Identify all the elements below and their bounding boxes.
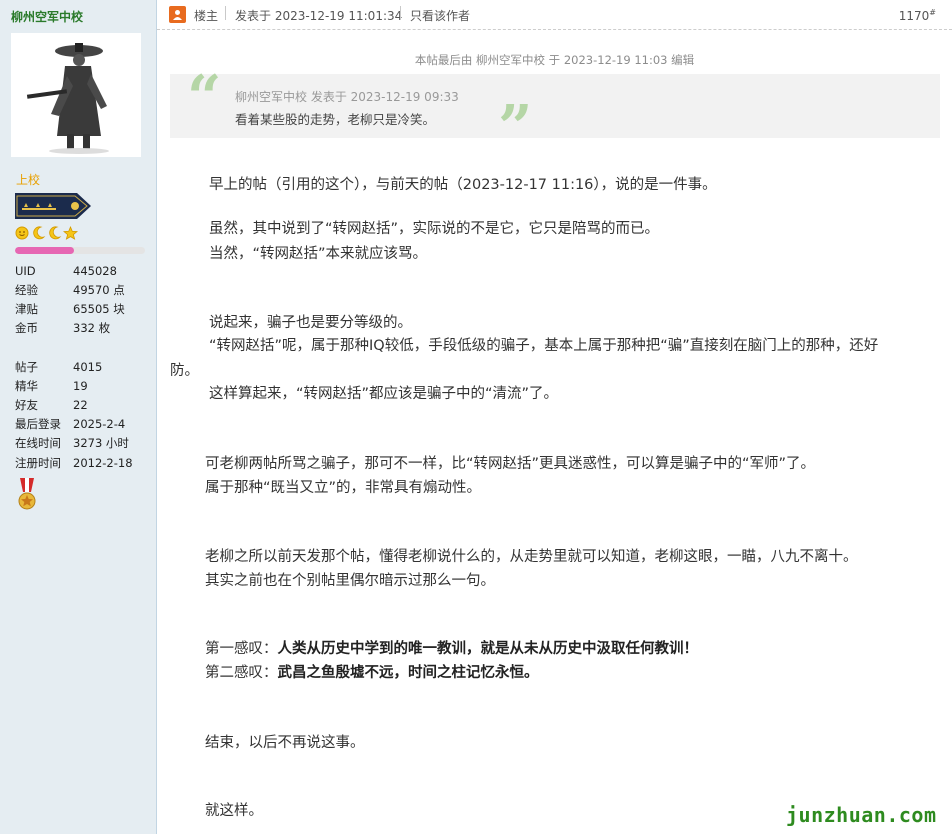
level-progress-bar bbox=[15, 247, 145, 254]
stat-online-time: 在线时间 3273 小时 bbox=[15, 434, 133, 453]
author-stats: UID 445028 经验 49570 点 津贴 65505 块 金币 332 … bbox=[15, 261, 125, 338]
floor-suffix: # bbox=[929, 8, 936, 17]
quote-meta: 柳州空军中校 发表于 2023-12-19 09:33 bbox=[235, 90, 459, 104]
author-activity-stats: 帖子 4015 精华 19 好友 22 最后登录 2025-2-4 在线时间 3… bbox=[15, 357, 133, 472]
level-stars bbox=[15, 226, 78, 240]
emphasis-text: 武昌之鱼殷墟不远，时间之柱记忆永恒。 bbox=[277, 665, 539, 681]
post-header: 楼主 发表于 2023-12-19 11:01:34 只看该作者 1170# bbox=[157, 0, 952, 30]
stat-digest: 精华 19 bbox=[15, 376, 133, 395]
body-line-emphasis: 第一感叹：人类从历史中学到的唯一教训，就是从未从历史中汲取任何教训！ bbox=[205, 637, 698, 658]
stat-label: UID bbox=[15, 263, 36, 278]
body-line: 虽然，其中说到了“转网赵括”，实际说的不是它，它只是陪骂的而已。 bbox=[209, 221, 660, 237]
stat-value[interactable]: 19 bbox=[73, 379, 88, 393]
stat-allowance: 津贴 65505 块 bbox=[15, 299, 125, 318]
stat-value[interactable]: 445028 bbox=[73, 264, 117, 278]
stat-value[interactable]: 4015 bbox=[73, 360, 102, 374]
moon-icon bbox=[33, 226, 46, 240]
stat-value: 3273 小时 bbox=[73, 436, 129, 451]
author-name-link[interactable]: 柳州空军中校 bbox=[11, 8, 83, 25]
body-line: 就这样。 bbox=[205, 803, 263, 819]
stat-value: 2025-2-4 bbox=[73, 417, 126, 432]
body-line: 当然，“转网赵括”本来就应该骂。 bbox=[209, 246, 428, 262]
body-line: 其实之前也在个别帖里偶尔暗示过那么一句。 bbox=[205, 573, 495, 589]
stat-last-login: 最后登录 2025-2-4 bbox=[15, 415, 133, 434]
site-watermark: junzhuan.com bbox=[786, 803, 937, 827]
host-icon bbox=[169, 6, 186, 23]
sun-icon bbox=[15, 226, 29, 240]
stat-register-time: 注册时间 2012-2-18 bbox=[15, 453, 133, 472]
quote-text: 看着某些股的走势，老柳只是冷笑。 bbox=[235, 112, 436, 127]
body-line: “转网赵括”呢，属于那种IQ较低，手段低级的骗子，基本上属于那种把“骗”直接刻在… bbox=[209, 338, 879, 354]
stat-friends: 好友 22 bbox=[15, 395, 133, 414]
body-line: 结束，以后不再说这事。 bbox=[205, 735, 365, 751]
stat-posts: 帖子 4015 bbox=[15, 357, 133, 376]
stat-label: 精华 bbox=[15, 378, 38, 393]
emphasis-text: 人类从历史中学到的唯一教训，就是从未从历史中汲取任何教训！ bbox=[277, 641, 699, 657]
quote-close-icon: ” bbox=[498, 93, 533, 163]
body-line: 可老柳两帖所骂之骗子，那可不一样，比“转网赵括”更具迷惑性，可以算是骗子中的“军… bbox=[205, 456, 816, 472]
star-icon bbox=[63, 226, 78, 240]
body-line: 属于那种“既当又立”的，非常具有煽动性。 bbox=[205, 480, 482, 496]
body-line: 这样算起来，“转网赵括”都应该是骗子中的“清流”了。 bbox=[209, 386, 559, 402]
floor-number-value: 1170 bbox=[898, 9, 930, 23]
moon-icon bbox=[49, 226, 62, 240]
quote-block: “ 柳州空军中校 发表于 2023-12-19 09:33 看着某些股的走势，老… bbox=[170, 68, 940, 158]
host-label: 楼主 bbox=[194, 9, 219, 23]
stat-value: 49570 点 bbox=[73, 282, 125, 297]
avatar-swordsman-icon bbox=[26, 43, 109, 154]
stat-label: 注册时间 bbox=[15, 455, 61, 470]
stat-label: 最后登录 bbox=[15, 417, 61, 432]
rank-shoulder-badge-icon bbox=[15, 193, 91, 219]
separator bbox=[400, 6, 401, 20]
body-line: 早上的帖（引用的这个），与前天的帖（2023-12-17 11:16），说的是一… bbox=[209, 177, 717, 193]
body-line: 防。 bbox=[170, 363, 199, 379]
body-line: 老柳之所以前天发那个帖，懂得老柳说什么的，从走势里就可以知道，老柳这眼，一瞄，八… bbox=[205, 549, 858, 565]
user-icon bbox=[173, 10, 182, 20]
only-author-link[interactable]: 只看该作者 bbox=[410, 7, 470, 24]
stat-label: 金币 bbox=[15, 321, 38, 336]
rank-title: 上校 bbox=[16, 173, 41, 187]
stat-label: 帖子 bbox=[15, 359, 38, 374]
post-time: 发表于 2023-12-19 11:01:34 bbox=[235, 9, 403, 23]
stat-gold: 金币 332 枚 bbox=[15, 319, 125, 338]
edit-notice: 本帖最后由 柳州空军中校 于 2023-12-19 11:03 编辑 bbox=[414, 53, 695, 67]
stat-experience: 经验 49570 点 bbox=[15, 280, 125, 299]
level-progress-fill bbox=[15, 247, 74, 254]
stat-label: 在线时间 bbox=[15, 436, 61, 451]
quote-open-icon: “ bbox=[187, 63, 222, 133]
stat-uid: UID 445028 bbox=[15, 261, 125, 280]
stat-label: 津贴 bbox=[15, 301, 38, 316]
stat-label: 好友 bbox=[15, 397, 38, 412]
avatar[interactable] bbox=[11, 33, 141, 157]
body-line: 说起来，骗子也是要分等级的。 bbox=[209, 315, 412, 331]
separator bbox=[225, 6, 226, 20]
stat-value: 65505 块 bbox=[73, 301, 125, 316]
author-sidebar: 柳州空军中校 上校 UID 445028 经验 49570 点 津贴 65505… bbox=[0, 0, 157, 834]
stat-value: 332 枚 bbox=[73, 321, 111, 336]
body-line-emphasis: 第二感叹：武昌之鱼殷墟不远，时间之柱记忆永恒。 bbox=[205, 661, 539, 682]
emphasis-prefix: 第二感叹： bbox=[205, 665, 278, 681]
stat-value[interactable]: 22 bbox=[73, 398, 88, 412]
medal-icon[interactable] bbox=[17, 478, 37, 512]
stat-value: 2012-2-18 bbox=[73, 455, 133, 470]
floor-number[interactable]: 1170# bbox=[899, 8, 936, 23]
emphasis-prefix: 第一感叹： bbox=[205, 641, 278, 657]
stat-label: 经验 bbox=[15, 282, 38, 297]
